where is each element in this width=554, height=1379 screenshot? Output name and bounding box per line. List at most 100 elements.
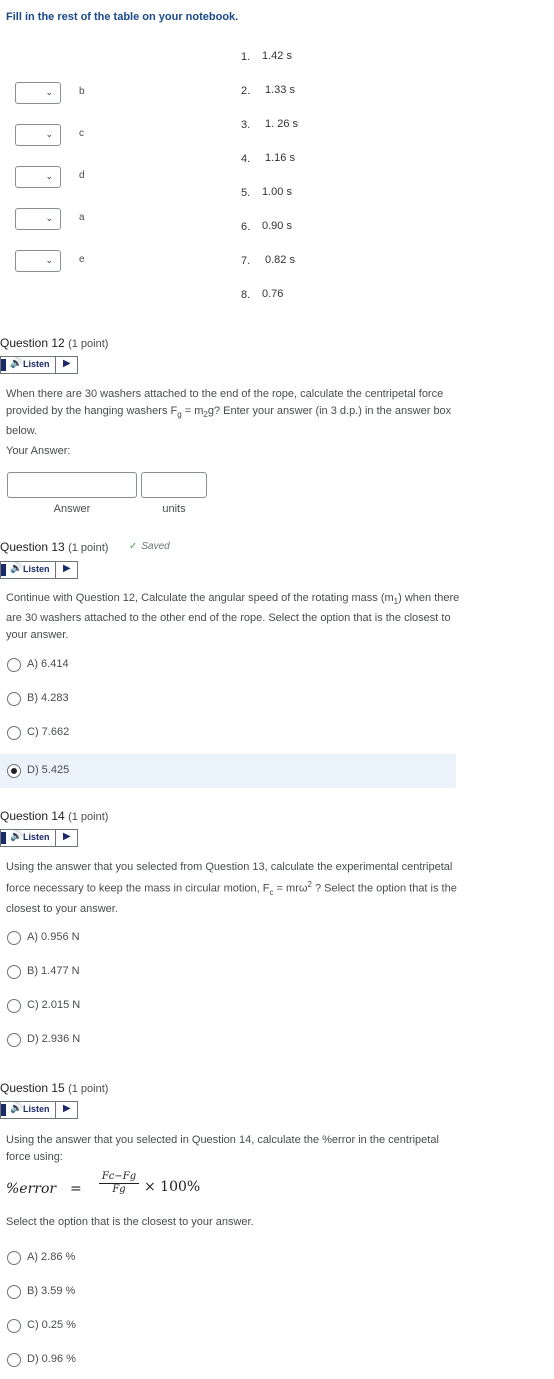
formula-denominator: Fg xyxy=(112,1184,126,1195)
item-number: 5. xyxy=(241,187,251,199)
match-select-1[interactable]: ⌄ xyxy=(15,82,61,104)
item-number: 8. xyxy=(241,289,251,301)
readspeaker-marker xyxy=(1,359,6,371)
radio-button[interactable] xyxy=(7,1251,21,1265)
question-title: Question 13 (1 point) xyxy=(0,540,108,554)
play-icon: ▶ xyxy=(63,1103,71,1114)
radio-button[interactable] xyxy=(7,1353,21,1367)
radio-button[interactable] xyxy=(7,726,21,740)
option-label: B) 4.283 xyxy=(27,692,69,704)
question-points: (1 point) xyxy=(68,338,109,350)
listen-divider xyxy=(55,357,56,373)
radio-button[interactable] xyxy=(7,1319,21,1333)
question-title-text: Question 15 xyxy=(0,1081,65,1095)
radio-button[interactable] xyxy=(7,692,21,706)
option-b[interactable]: B) 3.59 % xyxy=(0,1275,456,1309)
item-value: 0.90 s xyxy=(262,220,292,232)
saved-status: ✓ Saved xyxy=(129,541,170,552)
match-select-2[interactable]: ⌄ xyxy=(15,124,61,146)
option-d[interactable]: D) 2.936 N xyxy=(0,1023,456,1057)
play-icon: ▶ xyxy=(63,358,71,369)
match-letter-1: b xyxy=(79,86,85,97)
chevron-down-icon: ⌄ xyxy=(45,213,53,223)
match-letter-3: d xyxy=(79,170,85,181)
item-number: 6. xyxy=(241,221,251,233)
radio-button[interactable] xyxy=(7,658,21,672)
item-value: 0.82 s xyxy=(265,254,295,266)
formula-times: × 100% xyxy=(144,1179,201,1195)
speaker-icon: 🔊 xyxy=(10,563,23,574)
item-value: 1.33 s xyxy=(265,84,295,96)
select-instruction: Select the option that is the closest to… xyxy=(6,1216,254,1228)
question-text-part: = mrω xyxy=(273,882,308,895)
listen-divider xyxy=(55,562,56,578)
option-label: C) 7.662 xyxy=(27,726,70,738)
item-value: 0.76 xyxy=(262,288,284,300)
option-label: A) 0.956 N xyxy=(27,931,80,943)
speaker-icon: 🔊 xyxy=(10,358,23,369)
option-c[interactable]: C) 0.25 % xyxy=(0,1309,456,1343)
option-b[interactable]: B) 4.283 xyxy=(0,682,456,716)
listen-label: Listen xyxy=(23,564,50,574)
option-d[interactable]: D) 5.425 xyxy=(0,754,456,788)
option-d[interactable]: D) 0.96 % xyxy=(0,1343,456,1377)
item-number: 4. xyxy=(241,153,251,165)
percent-error-formula: %error = Fc−Fg Fg × 100% xyxy=(6,1171,306,1207)
item-value: 1.00 s xyxy=(262,186,292,198)
readspeaker-marker xyxy=(1,1104,6,1116)
radio-button[interactable] xyxy=(7,965,21,979)
units-input[interactable] xyxy=(141,472,207,498)
question-title-text: Question 12 xyxy=(0,336,65,350)
listen-label: Listen xyxy=(23,359,50,369)
radio-button-selected[interactable] xyxy=(7,764,21,778)
option-label: B) 1.477 N xyxy=(27,965,80,977)
question-points: (1 point) xyxy=(68,542,109,554)
option-c[interactable]: C) 7.662 xyxy=(0,716,456,750)
question-title: Question 12 (1 point) xyxy=(0,336,108,350)
readspeaker-marker xyxy=(1,564,6,576)
radio-button[interactable] xyxy=(7,931,21,945)
match-select-4[interactable]: ⌄ xyxy=(15,208,61,230)
play-icon: ▶ xyxy=(63,563,71,574)
radio-button[interactable] xyxy=(7,999,21,1013)
match-select-5[interactable]: ⌄ xyxy=(15,250,61,272)
option-a[interactable]: A) 6.414 xyxy=(0,648,456,682)
listen-label: Listen xyxy=(23,1104,50,1114)
match-letter-5: e xyxy=(79,254,85,265)
question-title: Question 14 (1 point) xyxy=(0,809,108,823)
option-c[interactable]: C) 2.015 N xyxy=(0,989,456,1023)
your-answer-label: Your Answer: xyxy=(6,445,71,457)
match-select-3[interactable]: ⌄ xyxy=(15,166,61,188)
radio-button[interactable] xyxy=(7,1033,21,1047)
option-label: D) 0.96 % xyxy=(27,1353,76,1365)
question-title: Question 15 (1 point) xyxy=(0,1081,108,1095)
listen-divider xyxy=(55,1102,56,1118)
item-number: 2. xyxy=(241,85,251,97)
saved-text: Saved xyxy=(141,541,170,552)
option-label: A) 6.414 xyxy=(27,658,69,670)
units-field-label: units xyxy=(162,503,186,515)
question-text: Continue with Question 12, Calculate the… xyxy=(6,590,461,644)
option-label: C) 0.25 % xyxy=(27,1319,76,1331)
listen-button[interactable]: 🔊 Listen ▶ xyxy=(0,829,78,847)
chevron-down-icon: ⌄ xyxy=(45,255,53,265)
item-number: 3. xyxy=(241,119,251,131)
readspeaker-marker xyxy=(1,832,6,844)
listen-button[interactable]: 🔊 Listen ▶ xyxy=(0,561,78,579)
listen-button[interactable]: 🔊 Listen ▶ xyxy=(0,1101,78,1119)
option-b[interactable]: B) 1.477 N xyxy=(0,955,456,989)
speaker-icon: 🔊 xyxy=(10,1103,23,1114)
option-a[interactable]: A) 2.86 % xyxy=(0,1241,456,1275)
listen-button[interactable]: 🔊 Listen ▶ xyxy=(0,356,78,374)
check-icon: ✓ xyxy=(129,541,138,552)
instruction-text: Fill in the rest of the table on your no… xyxy=(6,11,239,23)
radio-button[interactable] xyxy=(7,1285,21,1299)
question-points: (1 point) xyxy=(68,811,109,823)
answer-input[interactable] xyxy=(7,472,137,498)
question-title-text: Question 13 xyxy=(0,540,65,554)
question-points: (1 point) xyxy=(68,1083,109,1095)
question-text-part: = m xyxy=(181,405,204,417)
item-number: 1. xyxy=(241,51,251,63)
match-letter-4: a xyxy=(79,212,85,223)
option-a[interactable]: A) 0.956 N xyxy=(0,921,456,955)
